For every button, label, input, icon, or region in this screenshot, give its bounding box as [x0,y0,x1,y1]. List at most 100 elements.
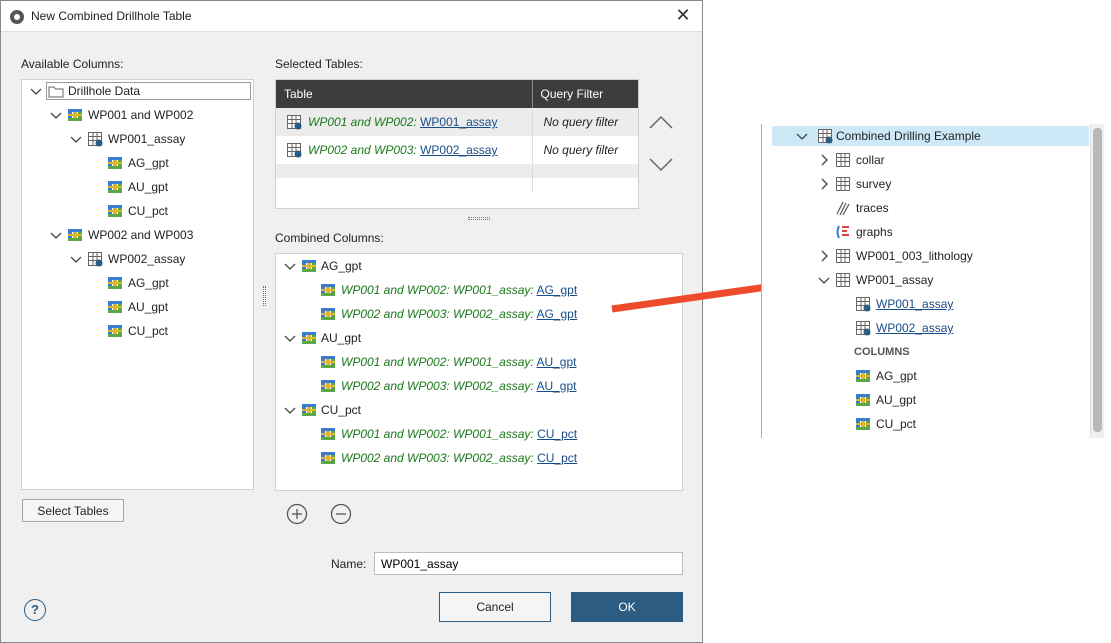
source-link[interactable]: AU_gpt [536,379,576,393]
tree-label: WP002 and WP003 [88,228,194,242]
column-icon [856,394,870,406]
combined-source[interactable]: WP002 and WP003: WP002_assay: AU_gpt [276,376,682,396]
tree-column[interactable]: AU_gpt [22,177,253,197]
project-column[interactable]: AU_gpt [772,390,1100,410]
tree-column[interactable]: AG_gpt [22,153,253,173]
column-header-table[interactable]: Table [276,80,533,108]
project-item[interactable]: graphs [772,222,1100,242]
chevron-right-icon[interactable] [818,178,830,190]
table-icon [88,132,103,147]
chevron-down-icon[interactable] [284,332,296,344]
tree-table[interactable]: WP001_assay [22,129,253,149]
tree-column[interactable]: CU_pct [22,321,253,341]
column-icon [321,284,335,296]
tree-label: AG_gpt [876,369,917,383]
tree-column[interactable]: CU_pct [22,201,253,221]
name-input[interactable] [374,552,683,575]
combined-source[interactable]: WP002 and WP003: WP002_assay: CU_pct [276,448,682,468]
combined-source[interactable]: WP001 and WP002: WP001_assay: CU_pct [276,424,682,444]
chevron-down-icon[interactable] [818,274,830,286]
tree-root-drillhole-data[interactable]: Drillhole Data [22,81,253,101]
source-prefix: WP001 and WP002: WP001_assay: [341,283,534,297]
table-row[interactable]: WP001 and WP002: WP001_assay No query fil… [276,108,638,136]
tree-group[interactable]: WP002 and WP003 [22,225,253,245]
app-icon [10,10,24,24]
column-icon [108,205,122,217]
source-text: WP001 and WP002: WP001_assay: CU_pct [341,424,577,444]
available-columns-tree[interactable]: Drillhole Data WP001 and WP002 WP001_assay… [21,79,254,490]
column-icon [856,418,870,430]
chevron-down-icon[interactable] [30,85,42,97]
add-icon[interactable] [286,503,308,525]
project-subtable[interactable]: WP002_assay [772,318,1100,338]
tree-link: WP002_assay [876,321,954,335]
source-link[interactable]: CU_pct [537,427,577,441]
source-link[interactable]: CU_pct [537,451,577,465]
chevron-down-icon[interactable] [50,229,62,241]
column-icon [108,181,122,193]
remove-icon[interactable] [330,503,352,525]
vertical-splitter[interactable] [263,286,266,306]
cancel-button[interactable]: Cancel [439,592,551,622]
tree-label: CU_pct [321,403,362,417]
chevron-down-icon[interactable] [70,253,82,265]
close-icon[interactable]: ✕ [674,6,692,24]
chevron-down-icon[interactable] [796,130,808,142]
available-columns-label: Available Columns: [21,57,124,71]
project-item[interactable]: collar [772,150,1100,170]
dialog-title: New Combined Drillhole Table [31,9,192,23]
title-bar: New Combined Drillhole Table ✕ [1,1,702,32]
project-column[interactable]: CU_pct [772,414,1100,434]
column-header-query-filter[interactable]: Query Filter [532,80,638,108]
selected-tables-grid[interactable]: Table Query Filter WP001 and WP002: WP00… [275,79,639,209]
chevron-down-icon[interactable] [284,404,296,416]
chevron-down-icon[interactable] [284,260,296,272]
selected-tables-label: Selected Tables: [275,57,363,71]
table-icon [836,273,850,287]
table-row[interactable]: WP002 and WP003: WP002_assay No query fil… [276,136,638,164]
tree-group[interactable]: WP001 and WP002 [22,105,253,125]
chevron-down-icon[interactable] [50,109,62,121]
project-column[interactable]: AG_gpt [772,366,1100,386]
tree-column[interactable]: AU_gpt [22,297,253,317]
chevron-right-icon[interactable] [818,154,830,166]
source-link[interactable]: AG_gpt [536,307,577,321]
tree-label: AG_gpt [128,156,169,170]
chevron-down-icon[interactable] [70,133,82,145]
project-item[interactable]: traces [772,198,1100,218]
table-link[interactable]: WP001_assay [420,115,497,129]
folder-icon [48,86,64,98]
project-subtable[interactable]: WP001_assay [772,294,1100,314]
tree-label: CU_pct [128,324,169,338]
horizontal-splitter[interactable] [468,217,490,220]
tree-label: AG_gpt [128,276,169,290]
query-filter-cell[interactable]: No query filter [532,136,638,164]
query-filter-cell[interactable]: No query filter [532,108,638,136]
chevron-right-icon[interactable] [818,250,830,262]
move-up-icon[interactable] [648,113,674,131]
combined-source[interactable]: WP001 and WP002: WP001_assay: AU_gpt [276,352,682,372]
project-item[interactable]: WP001_003_lithology [772,246,1100,266]
table-link[interactable]: WP002_assay [420,143,497,157]
ok-button[interactable]: OK [571,592,683,622]
help-icon[interactable]: ? [24,599,46,621]
tree-label: traces [856,201,889,215]
combined-column[interactable]: CU_pct [276,400,682,420]
source-text: WP002 and WP003: WP002_assay: CU_pct [341,448,577,468]
scrollbar-thumb[interactable] [1093,128,1102,432]
tree-link: WP001_assay [876,297,954,311]
tree-label: AU_gpt [321,331,362,345]
source-link[interactable]: AU_gpt [536,355,576,369]
tree-column[interactable]: AG_gpt [22,273,253,293]
project-item[interactable]: WP001_assay [772,270,1100,290]
tree-label: WP001_assay [108,132,186,146]
combined-column[interactable]: AU_gpt [276,328,682,348]
project-root[interactable]: Combined Drilling Example [772,126,1089,146]
move-down-icon[interactable] [648,156,674,174]
scrollbar[interactable] [1090,124,1104,438]
source-link[interactable]: AG_gpt [536,283,577,297]
project-item[interactable]: survey [772,174,1100,194]
table-icon [836,153,850,167]
tree-table[interactable]: WP002_assay [22,249,253,269]
select-tables-button[interactable]: Select Tables [22,499,124,522]
